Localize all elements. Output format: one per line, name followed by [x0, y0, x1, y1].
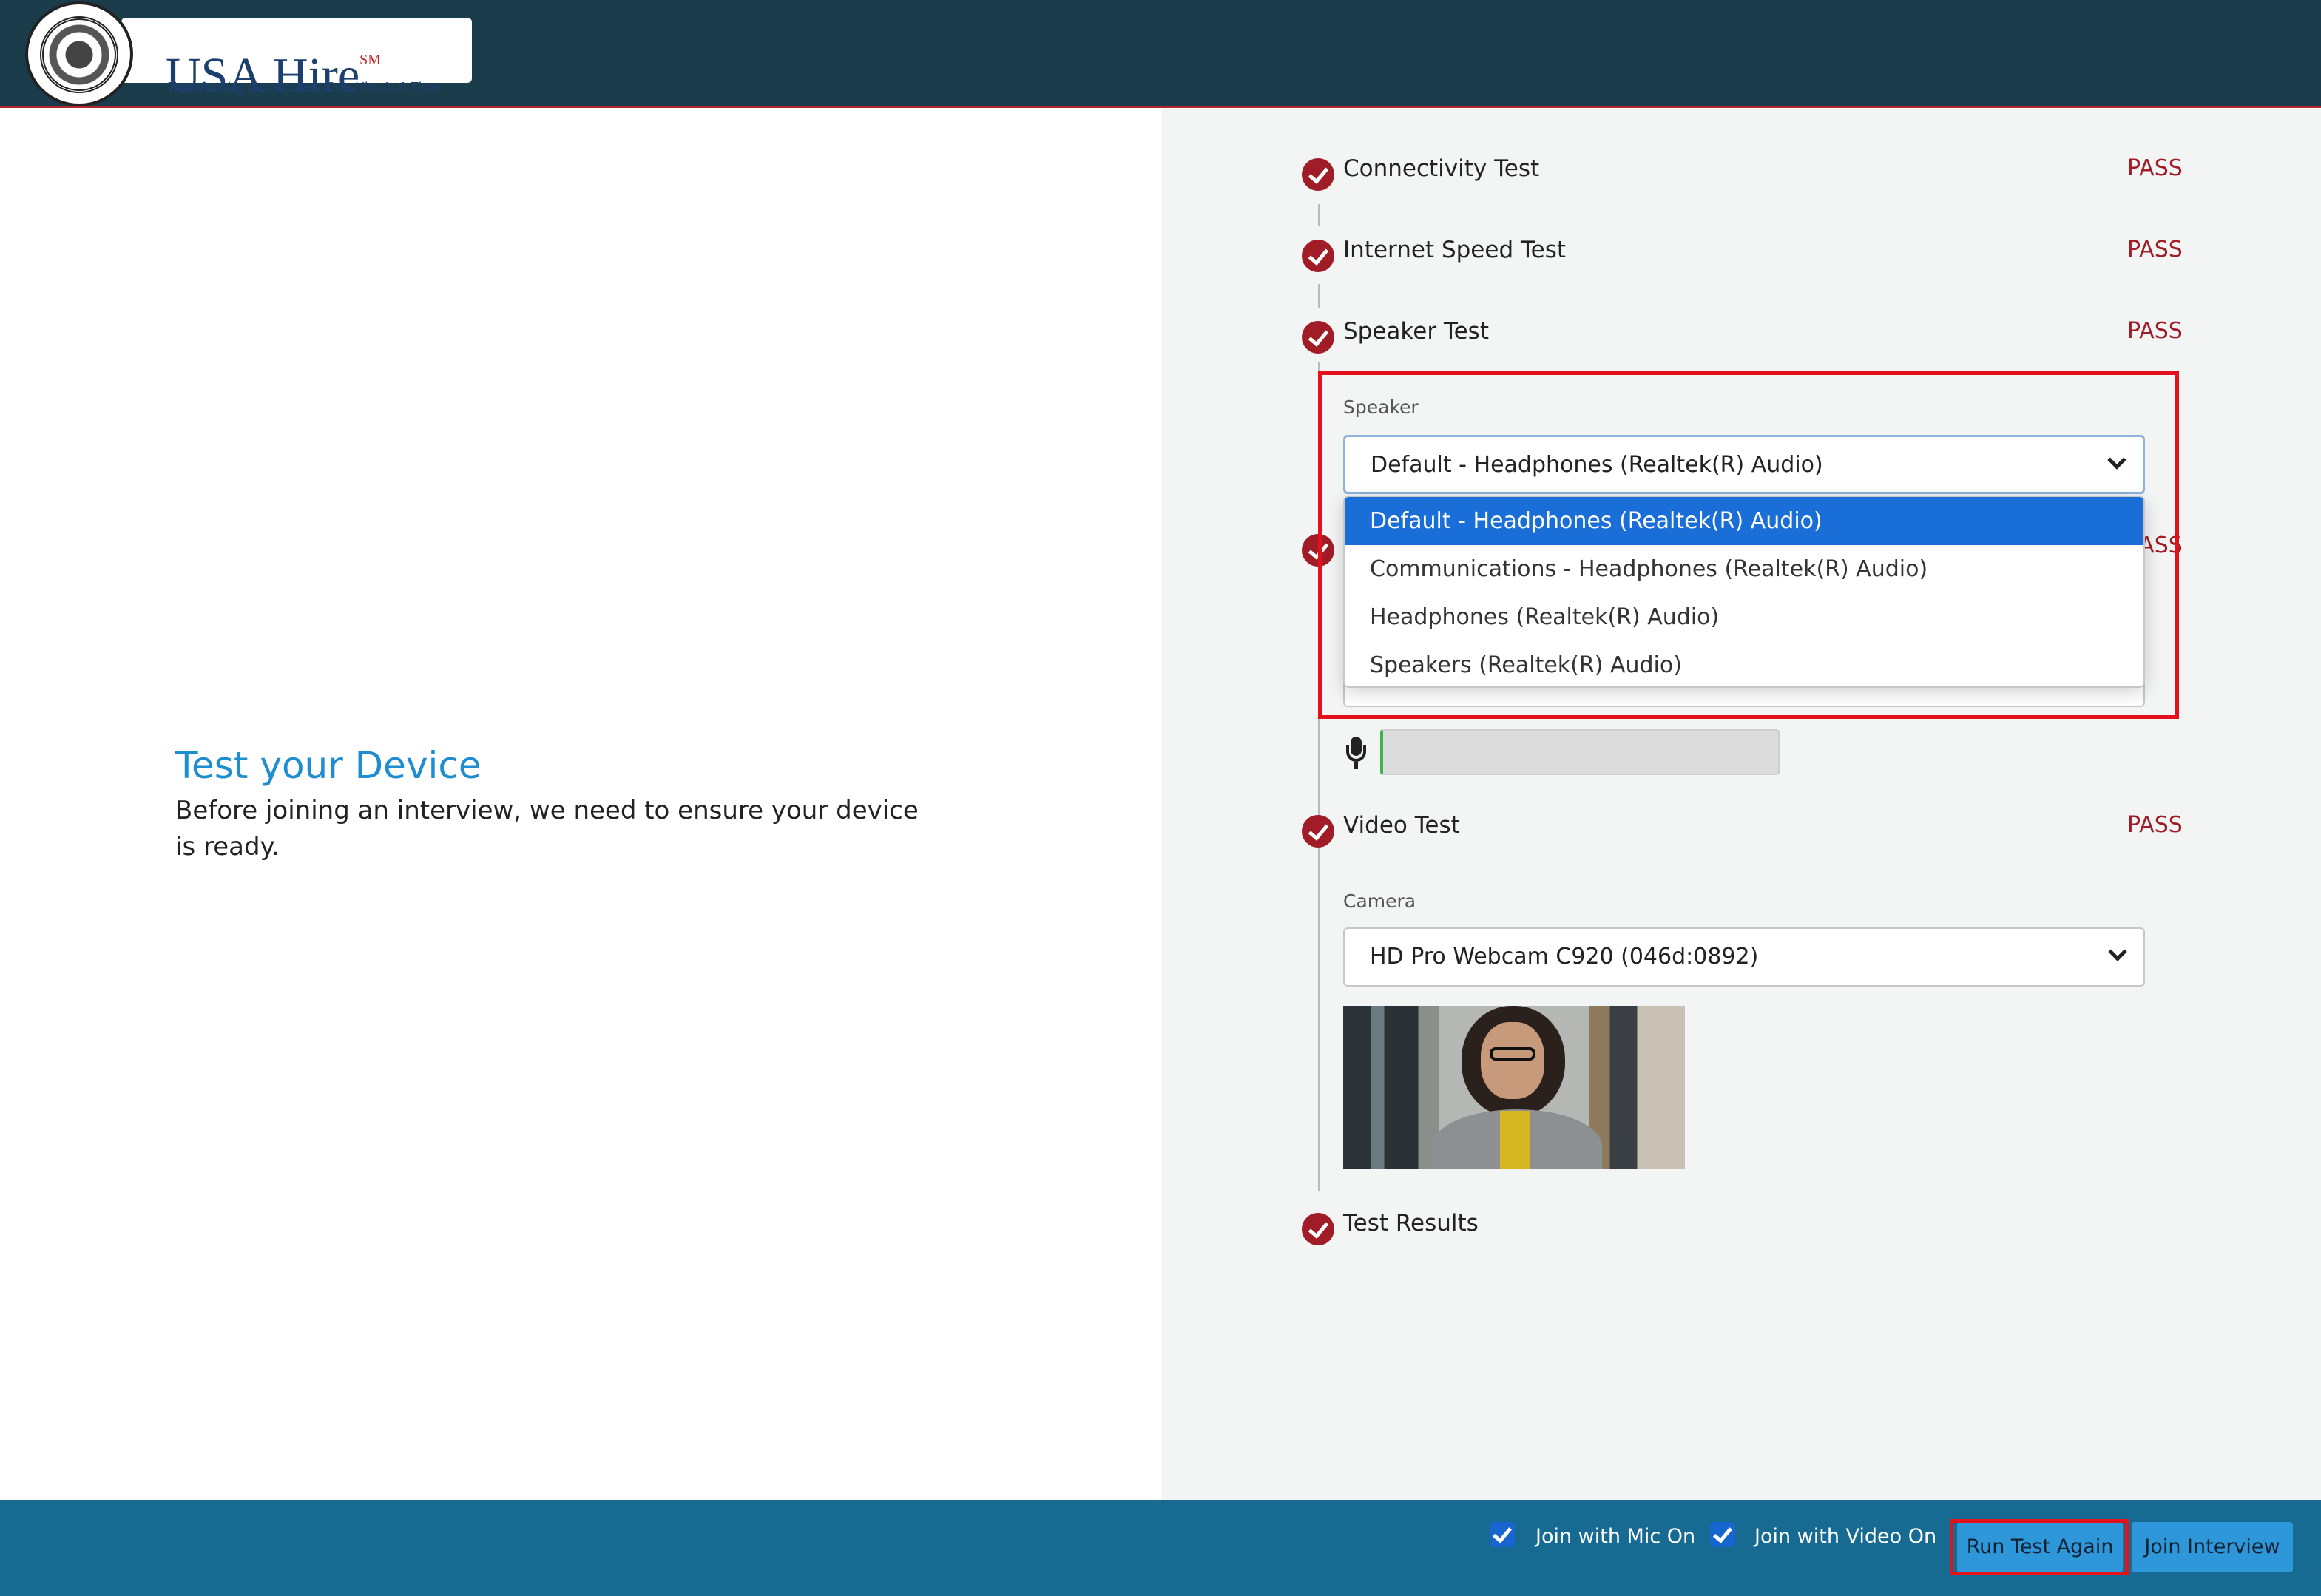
camera-preview [1343, 1006, 1685, 1169]
step-connector [1318, 204, 1320, 226]
step-results-label: Test Results [1343, 1210, 1479, 1237]
check-circle-icon [1302, 158, 1334, 191]
step-speaker-label: Speaker Test [1343, 318, 1489, 345]
join-interview-button[interactable]: Join Interview [2132, 1522, 2293, 1572]
page-title: Test your Device [175, 744, 482, 787]
camera-select-value: HD Pro Webcam C920 (046d:0892) [1370, 944, 1759, 970]
check-circle-icon [1302, 240, 1334, 272]
step-speaker-status: PASS [2127, 318, 2183, 344]
mic-on-label: Join with Mic On [1535, 1525, 1696, 1548]
camera-select[interactable]: HD Pro Webcam C920 (046d:0892) [1343, 927, 2145, 987]
step-connector [1318, 284, 1320, 308]
usa-hire-logo[interactable]: USA HireSM Transforming Government One H… [25, 0, 472, 108]
check-circle-icon [1302, 321, 1334, 354]
video-on-label: Join with Video On [1754, 1525, 1937, 1548]
check-circle-icon [1302, 815, 1334, 848]
step-connectivity-label: Connectivity Test [1343, 155, 1540, 182]
logo-tagline: Transforming Government One Hire At A Ti… [167, 80, 439, 95]
check-circle-icon [1302, 1213, 1334, 1245]
video-on-checkbox[interactable] [1710, 1522, 1735, 1547]
camera-field-label: Camera [1343, 890, 1416, 912]
step-video-status: PASS [2127, 812, 2183, 838]
top-header: USA HireSM Transforming Government One H… [0, 0, 2321, 108]
step-video-label: Video Test [1343, 812, 1460, 839]
page-description: Before joining an interview, we need to … [175, 796, 919, 862]
microphone-icon [1346, 737, 1366, 769]
step-speed-label: Internet Speed Test [1343, 237, 1567, 263]
step-connectivity-status: PASS [2127, 155, 2183, 181]
step-speed-status: PASS [2127, 237, 2183, 263]
opm-seal-icon [25, 1, 133, 106]
logo-plate: USA HireSM Transforming Government One H… [121, 18, 472, 100]
chevron-down-icon [2108, 942, 2127, 961]
mic-level-meter [1380, 729, 1780, 775]
mic-on-checkbox[interactable] [1490, 1522, 1515, 1547]
run-again-highlight-box [1950, 1519, 2129, 1575]
speaker-highlight-box [1318, 371, 2179, 719]
